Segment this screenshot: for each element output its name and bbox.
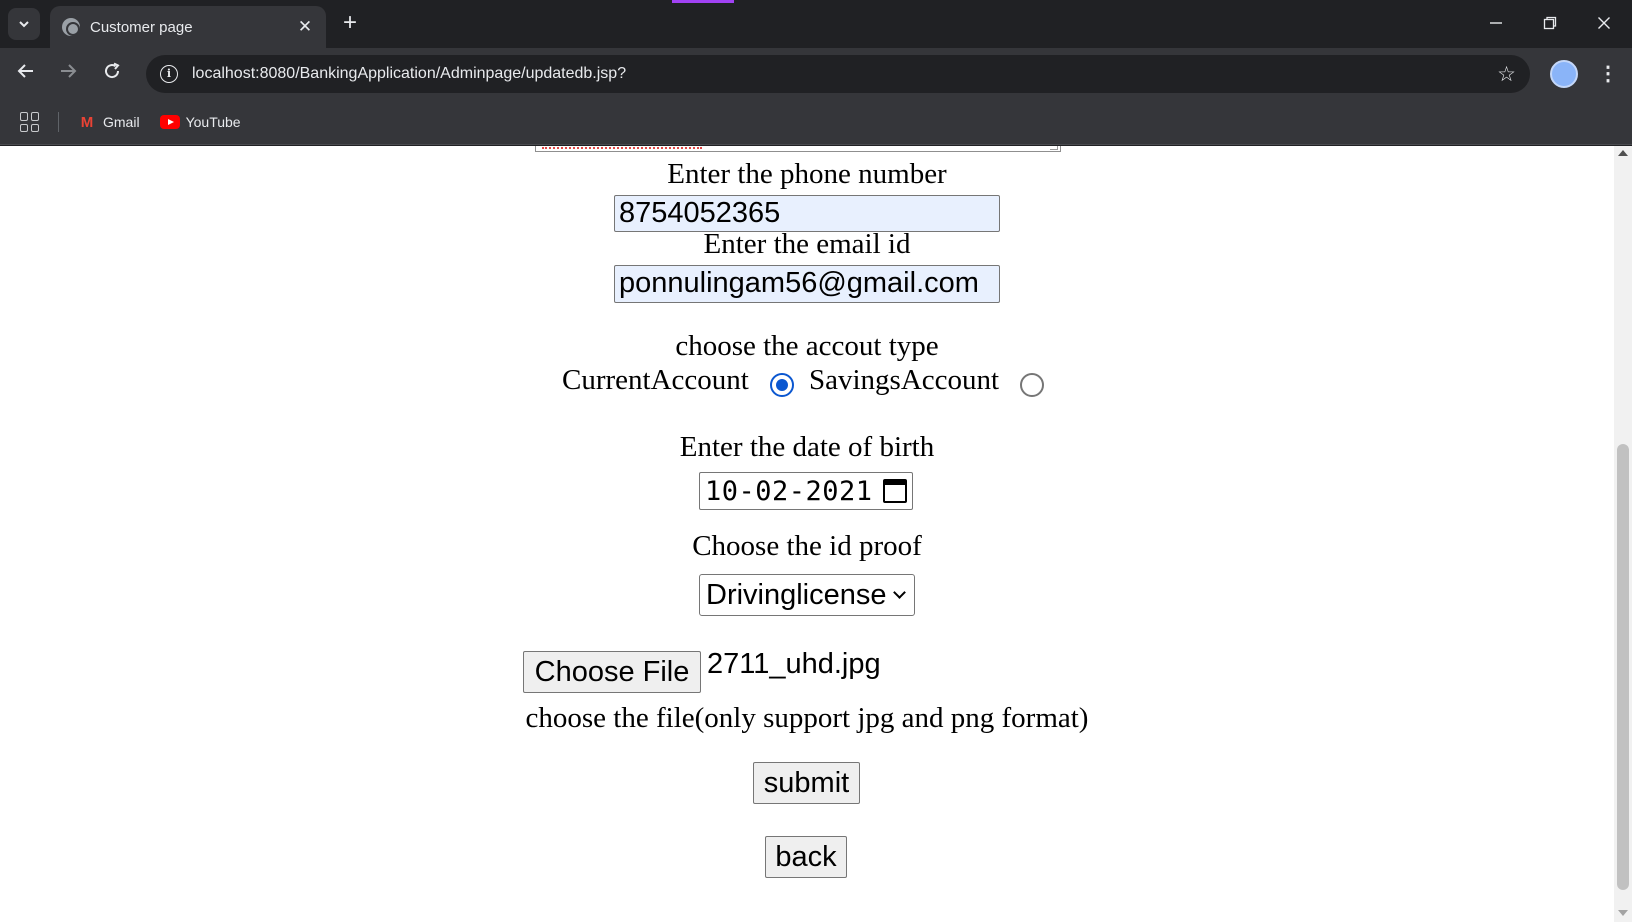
chevron-down-icon — [19, 21, 29, 28]
window-accent — [672, 0, 734, 3]
phone-label: Enter the phone number — [667, 158, 947, 190]
savings-account-label: SavingsAccount — [809, 364, 1000, 396]
dob-input[interactable]: 10-02-2021 — [699, 472, 913, 510]
navigation-toolbar: i localhost:8080/BankingApplication/Admi… — [0, 48, 1632, 100]
scroll-thumb[interactable] — [1617, 444, 1629, 890]
restore-icon — [1543, 16, 1557, 30]
restore-button[interactable] — [1532, 8, 1568, 40]
browser-menu-icon[interactable]: ⋮ — [1596, 58, 1620, 90]
bookmark-star-icon[interactable]: ☆ — [1497, 62, 1516, 87]
reload-button[interactable] — [96, 58, 128, 90]
forward-nav-button[interactable] — [52, 58, 84, 90]
bookmark-gmail-label: Gmail — [103, 114, 140, 130]
email-input[interactable]: ponnulingam56@gmail.com — [614, 265, 1000, 303]
globe-icon — [62, 18, 80, 36]
submit-button[interactable]: submit — [753, 762, 860, 804]
close-window-button[interactable] — [1586, 8, 1622, 40]
apps-grid-icon[interactable] — [20, 112, 40, 132]
back-button[interactable]: back — [765, 836, 847, 878]
id-proof-label: Choose the id proof — [692, 530, 922, 562]
address-bar[interactable]: i localhost:8080/BankingApplication/Admi… — [146, 55, 1530, 93]
url-text[interactable]: localhost:8080/BankingApplication/Adminp… — [192, 65, 1497, 83]
selected-file-name: 2711_uhd.jpg — [707, 648, 881, 680]
page-viewport: Enter the phone number 8754052365 Enter … — [0, 146, 1614, 922]
youtube-icon — [159, 115, 180, 129]
profile-avatar-icon[interactable] — [1550, 60, 1578, 88]
email-label: Enter the email id — [703, 228, 911, 260]
minimize-button[interactable] — [1478, 8, 1514, 40]
bookmark-youtube-label: YouTube — [185, 114, 241, 130]
calendar-icon[interactable] — [883, 479, 907, 503]
chevron-down-icon — [893, 585, 906, 599]
new-tab-button[interactable]: + — [336, 10, 364, 38]
page-scrollbar[interactable] — [1614, 146, 1632, 922]
phone-input[interactable]: 8754052365 — [614, 195, 1000, 232]
savings-account-radio[interactable] — [1020, 373, 1044, 397]
file-format-note: choose the file(only support jpg and png… — [525, 702, 1089, 734]
address-textarea[interactable] — [535, 146, 1061, 152]
title-bar: Customer page ✕ + — [0, 0, 1632, 48]
close-tab-icon[interactable]: ✕ — [294, 17, 316, 37]
close-icon — [1598, 17, 1610, 29]
choose-file-button[interactable]: Choose File — [523, 651, 701, 693]
arrow-left-icon — [17, 64, 33, 78]
bookmark-gmail[interactable]: M Gmail — [77, 114, 140, 130]
back-nav-button[interactable] — [10, 58, 42, 90]
current-account-radio[interactable] — [770, 373, 794, 397]
minimize-icon — [1490, 22, 1502, 24]
bookmarks-bar: M Gmail YouTube — [0, 100, 1632, 145]
gmail-icon: M — [80, 113, 94, 131]
tab-title: Customer page — [90, 18, 193, 36]
id-proof-select[interactable]: Drivinglicense — [699, 574, 915, 616]
account-type-label: choose the accout type — [675, 330, 939, 362]
reload-icon — [105, 62, 120, 79]
dob-label: Enter the date of birth — [679, 431, 935, 463]
scroll-up-arrow-icon[interactable] — [1618, 150, 1628, 156]
tab-search-button[interactable] — [8, 8, 40, 40]
id-proof-selected: Drivinglicense — [706, 578, 887, 611]
scroll-down-arrow-icon[interactable] — [1618, 910, 1628, 916]
resize-grip-icon[interactable] — [1050, 146, 1058, 150]
bookmark-youtube[interactable]: YouTube — [159, 114, 241, 130]
site-info-icon[interactable]: i — [160, 65, 178, 83]
arrow-right-icon — [61, 64, 77, 78]
tab-customer-page[interactable]: Customer page ✕ — [50, 6, 326, 48]
bookmarks-separator — [58, 112, 59, 132]
current-account-label: CurrentAccount — [562, 364, 749, 396]
dob-value: 10-02-2021 — [705, 475, 873, 507]
